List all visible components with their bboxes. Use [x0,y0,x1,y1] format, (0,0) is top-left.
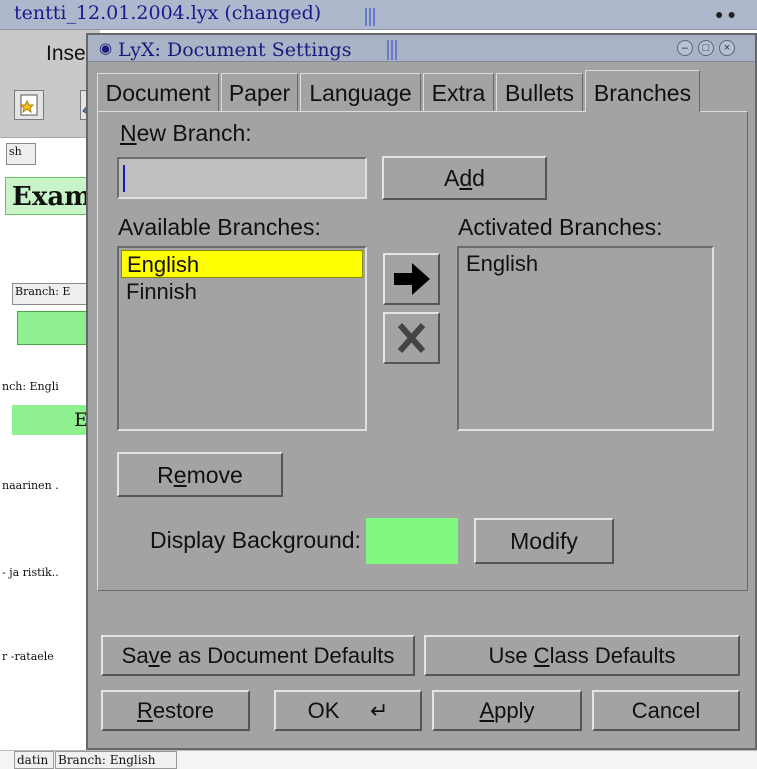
activate-branch-button[interactable] [383,253,440,305]
document-heading: Exam [5,177,99,215]
available-branches-label: Available Branches: [118,214,321,240]
background-color-swatch [366,518,458,564]
new-document-icon[interactable] [14,90,44,120]
branch-inset-label[interactable]: sh [6,143,36,165]
document-text: r -rataele [2,650,54,663]
modify-color-button[interactable]: Modify [474,518,614,564]
apply-button[interactable]: Apply [432,690,582,731]
new-branch-label: New Branch: [120,120,252,146]
window-controls-icon[interactable]: ●● [715,6,740,22]
deactivate-branch-button[interactable] [383,312,440,364]
text-caret [123,165,125,192]
cancel-button[interactable]: Cancel [592,690,740,731]
dialog-title: LyX: Document Settings [118,39,352,61]
add-branch-button[interactable]: Add [382,156,547,200]
status-cell-branch: Branch: English [55,751,177,769]
tab-extra[interactable]: Extra [423,73,494,111]
document-text: naarinen . [2,479,59,492]
maximize-icon[interactable]: □ [698,40,714,56]
use-class-defaults-button[interactable]: Use Class Defaults [424,635,740,676]
restore-button[interactable]: Restore [101,690,250,731]
tab-paper[interactable]: Paper [221,73,298,111]
return-icon: ↵ [369,698,389,723]
tab-bullets[interactable]: Bullets [496,73,583,111]
window-menu-icon[interactable]: ◉ [99,39,112,57]
titlebar-grip [365,8,377,26]
save-as-document-defaults-button[interactable]: Save as Document Defaults [101,635,415,676]
titlebar-grip [387,40,399,60]
display-background-label: Display Background: [150,527,361,553]
branch-inset-label[interactable]: nch: Engli [0,379,100,399]
tab-language[interactable]: Language [300,73,421,111]
ok-button[interactable]: OK ↵ [274,690,422,731]
list-item[interactable]: Finnish [121,278,363,306]
remove-branch-button[interactable]: Remove [117,452,283,497]
tab-branches[interactable]: Branches [585,70,700,112]
list-item-selected[interactable]: English [121,250,363,278]
tab-document[interactable]: Document [97,73,219,111]
x-icon [397,323,426,353]
right-arrow-icon [394,263,430,295]
menu-insert[interactable]: Inse [46,42,86,66]
close-icon[interactable]: × [719,40,735,56]
document-text: - ja ristik.. [2,566,59,579]
activated-branches-label: Activated Branches: [458,214,663,240]
minimize-icon[interactable]: – [677,40,693,56]
list-item[interactable]: English [461,250,709,278]
status-cell: datin [14,751,54,769]
new-branch-input[interactable] [117,157,367,199]
main-window-title: tentti_12.01.2004.lyx (changed) [14,2,322,24]
